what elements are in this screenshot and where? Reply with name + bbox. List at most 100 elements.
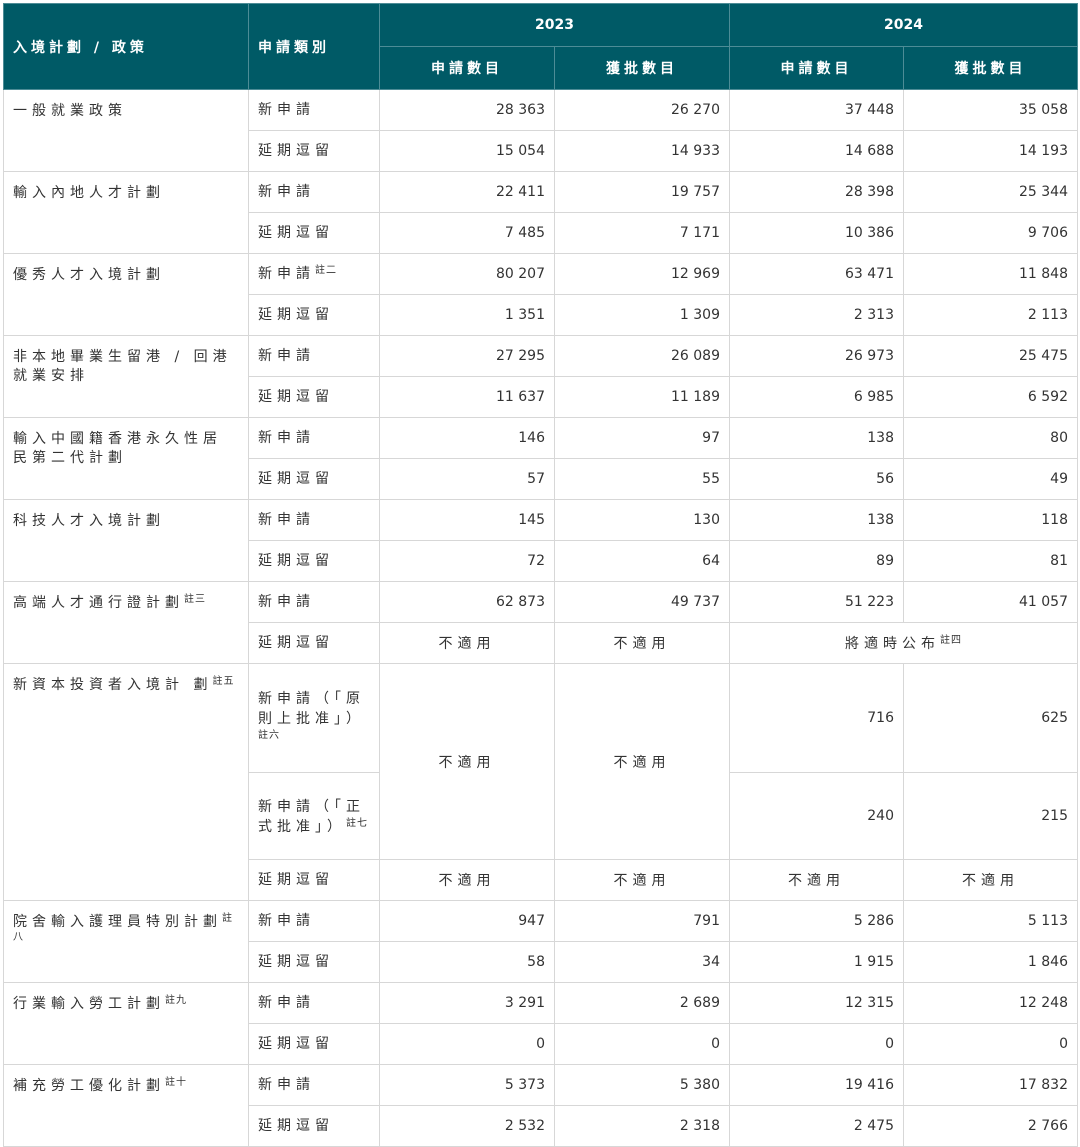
value-cell: 97: [554, 417, 730, 459]
value-cell: 56: [729, 458, 904, 500]
header-row-years: 入境計劃 / 政策 申請類別 2023 2024: [3, 3, 1078, 90]
category-new-aip: 新申請（「原則上批准」） 註六: [248, 663, 380, 773]
scheme-name: 輸入內地人才計劃: [3, 171, 249, 254]
value-cell: 2 766: [903, 1105, 1078, 1147]
value-cell: 80 207: [379, 253, 555, 295]
value-cell: 2 318: [554, 1105, 730, 1147]
footnote-marker: 註九: [165, 995, 187, 1006]
value-cell: 2 689: [554, 982, 730, 1024]
scheme-label: 院舍輸入護理員特別計劃: [13, 914, 222, 930]
category-new: 新申請: [248, 171, 380, 213]
value-cell: 5 380: [554, 1064, 730, 1106]
value-cell: 28 398: [729, 171, 904, 213]
pending-cell: 將適時公布註四: [729, 622, 1078, 664]
category-new: 新申請: [248, 335, 380, 377]
value-cell: 1 309: [554, 294, 730, 336]
not-applicable-cell: 不適用: [379, 859, 555, 901]
table-row: 高端人才通行證計劃註三 新申請 62 873 49 737 51 223 41 …: [3, 581, 1078, 664]
value-cell: 12 248: [903, 982, 1078, 1024]
value-cell: 14 688: [729, 130, 904, 172]
table-row: 優秀人才入境計劃 新申請註二 80 207 12 969 63 471 11 8…: [3, 253, 1078, 336]
footnote-marker: 註二: [315, 265, 337, 276]
value-cell: 12 315: [729, 982, 904, 1024]
value-cell: 14 933: [554, 130, 730, 172]
footnote-marker: 註三: [184, 594, 206, 605]
scheme-label: 新資本投資者入境計 劃: [13, 677, 213, 693]
value-cell: 81: [903, 540, 1078, 582]
value-cell: 26 973: [729, 335, 904, 377]
scheme-name: 高端人才通行證計劃註三: [3, 581, 249, 664]
value-cell: 37 448: [729, 89, 904, 131]
value-cell: 0: [729, 1023, 904, 1065]
value-cell: 1 915: [729, 941, 904, 983]
value-cell: 26 270: [554, 89, 730, 131]
header-year-2024: 2024: [729, 3, 1078, 47]
value-cell: 118: [903, 499, 1078, 541]
value-cell: 35 058: [903, 89, 1078, 131]
footnote-marker: 註五: [212, 676, 235, 687]
value-cell: 2 113: [903, 294, 1078, 336]
value-cell: 64: [554, 540, 730, 582]
value-cell: 62 873: [379, 581, 555, 623]
value-cell: 12 969: [554, 253, 730, 295]
value-cell: 19 757: [554, 171, 730, 213]
scheme-name: 院舍輸入護理員特別計劃註八: [3, 900, 249, 983]
category-new: 新申請: [248, 499, 380, 541]
value-cell: 80: [903, 417, 1078, 459]
category-extension: 延期逗留: [248, 294, 380, 336]
category-new: 新申請: [248, 417, 380, 459]
category-label: 新申請（「原則上批准」）: [258, 691, 365, 727]
table-row: 科技人才入境計劃 新申請 145 130 138 118: [3, 499, 1078, 582]
value-cell: 7 485: [379, 212, 555, 254]
value-cell: 2 532: [379, 1105, 555, 1147]
category-extension: 延期逗留: [248, 458, 380, 500]
table-row: 院舍輸入護理員特別計劃註八 新申請 947 791 5 286 5 113: [3, 900, 1078, 983]
value-cell: 6 985: [729, 376, 904, 418]
category-extension: 延期逗留: [248, 622, 380, 664]
value-cell: 2 313: [729, 294, 904, 336]
value-cell: 49 737: [554, 581, 730, 623]
value-cell: 22 411: [379, 171, 555, 213]
scheme-label: 行業輸入勞工計劃: [13, 996, 165, 1012]
scheme-name: 非本地畢業生留港 / 回港就業安排: [3, 335, 249, 418]
value-cell: 791: [554, 900, 730, 942]
value-cell: 215: [903, 772, 1078, 860]
value-cell: 41 057: [903, 581, 1078, 623]
value-cell: 49: [903, 458, 1078, 500]
value-cell: 89: [729, 540, 904, 582]
not-applicable-cell: 不適用: [554, 663, 730, 860]
category-new: 新申請: [248, 900, 380, 942]
header-scheme: 入境計劃 / 政策: [3, 3, 249, 90]
value-cell: 17 832: [903, 1064, 1078, 1106]
header-category: 申請類別: [248, 3, 380, 90]
value-cell: 26 089: [554, 335, 730, 377]
immigration-statistics-table: 入境計劃 / 政策 申請類別 2023 2024 申請數目 獲批數目 申請數目 …: [3, 3, 1078, 1147]
category-new: 新申請: [248, 89, 380, 131]
table-row: 輸入內地人才計劃 新申請 22 411 19 757 28 398 25 344: [3, 171, 1078, 254]
table-row: 補充勞工優化計劃註十 新申請 5 373 5 380 19 416 17 832: [3, 1064, 1078, 1147]
value-cell: 0: [379, 1023, 555, 1065]
value-cell: 15 054: [379, 130, 555, 172]
value-cell: 51 223: [729, 581, 904, 623]
table-row: 非本地畢業生留港 / 回港就業安排 新申請 27 295 26 089 26 9…: [3, 335, 1078, 418]
scheme-name: 行業輸入勞工計劃註九: [3, 982, 249, 1065]
pending-label: 將適時公布: [845, 636, 940, 652]
not-applicable-cell: 不適用: [379, 663, 555, 860]
category-new: 新申請: [248, 1064, 380, 1106]
value-cell: 55: [554, 458, 730, 500]
value-cell: 34: [554, 941, 730, 983]
value-cell: 145: [379, 499, 555, 541]
value-cell: 19 416: [729, 1064, 904, 1106]
not-applicable-cell: 不適用: [729, 859, 904, 901]
not-applicable-cell: 不適用: [554, 859, 730, 901]
value-cell: 146: [379, 417, 555, 459]
footnote-marker: 註四: [940, 635, 962, 646]
value-cell: 63 471: [729, 253, 904, 295]
value-cell: 0: [554, 1023, 730, 1065]
value-cell: 25 344: [903, 171, 1078, 213]
category-new: 新申請: [248, 982, 380, 1024]
header-year-2023: 2023: [379, 3, 730, 47]
table-row: 一般就業政策 新申請 28 363 26 270 37 448 35 058: [3, 89, 1078, 172]
value-cell: 7 171: [554, 212, 730, 254]
category-new-formal: 新申請（「正式批准」）註七: [248, 772, 380, 860]
